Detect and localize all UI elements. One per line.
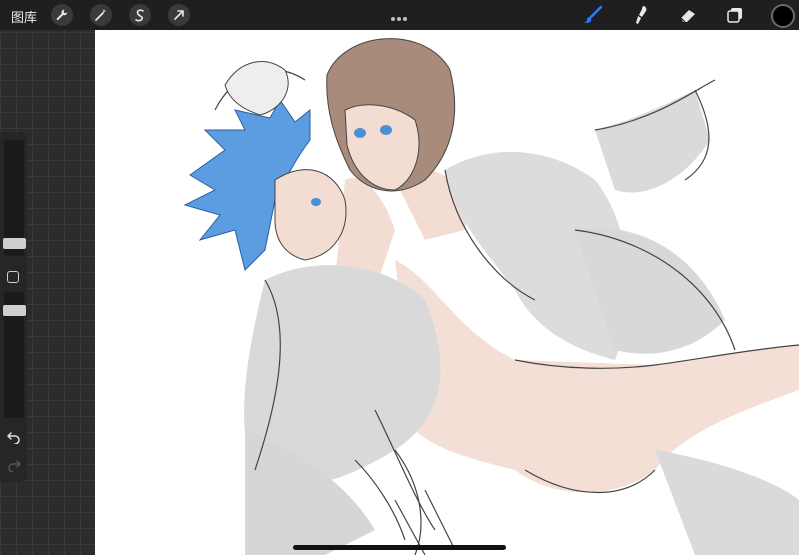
redo-icon[interactable] [6, 458, 22, 472]
more-options-button[interactable] [391, 6, 409, 25]
brush-size-thumb[interactable] [3, 238, 26, 249]
actions-wrench-button[interactable] [51, 4, 73, 26]
transform-arrow-icon [174, 10, 184, 20]
eraser-icon[interactable] [677, 4, 699, 26]
magic-wand-icon [95, 9, 106, 21]
brush-icon[interactable] [582, 4, 604, 26]
modify-square-icon[interactable] [7, 271, 19, 283]
layers-icon[interactable] [724, 4, 746, 26]
left-sidebar [0, 132, 27, 482]
color-picker-button[interactable] [771, 4, 795, 28]
selection-button[interactable] [129, 4, 151, 26]
undo-icon[interactable] [6, 430, 22, 444]
transform-button[interactable] [168, 4, 190, 26]
gallery-button[interactable]: 图库 [11, 7, 37, 26]
wrench-icon [56, 9, 68, 21]
smudge-icon[interactable] [630, 4, 652, 26]
selection-icon [135, 9, 144, 22]
home-indicator [293, 545, 506, 550]
ellipsis-icon [391, 17, 395, 21]
artwork [183, 38, 799, 555]
top-toolbar: 图库 [0, 0, 799, 30]
drawing-canvas[interactable] [95, 30, 799, 555]
adjustments-button[interactable] [90, 4, 112, 26]
opacity-thumb[interactable] [3, 305, 26, 316]
